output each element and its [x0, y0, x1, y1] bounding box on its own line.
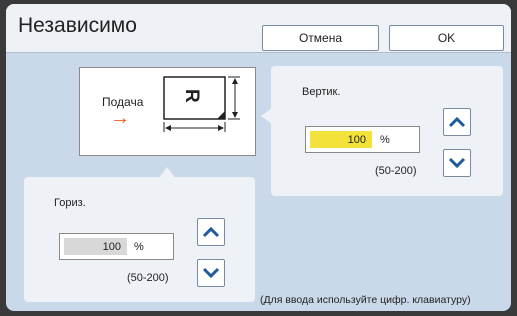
paper-letter: R	[181, 89, 202, 103]
horizontal-decrease-button[interactable]	[197, 259, 225, 287]
vertical-value-field[interactable]: 100 %	[305, 126, 420, 153]
horizontal-value-field[interactable]: 100 %	[59, 233, 174, 260]
ok-button[interactable]: OK	[389, 25, 504, 51]
paper-sheet-illustration: R	[163, 76, 240, 132]
vertical-unit: %	[380, 134, 390, 146]
panel-pointer	[159, 167, 175, 178]
panel-pointer	[261, 108, 272, 124]
dialog-title: Независимо	[18, 14, 137, 37]
horizontal-unit: %	[134, 241, 144, 253]
horizontal-range: (50-200)	[127, 272, 169, 284]
vertical-range: (50-200)	[375, 165, 417, 177]
dialog-header: Независимо Отмена OK	[6, 4, 511, 53]
chevron-down-icon	[202, 267, 220, 279]
horizontal-panel: Гориз. 100 % (50-200)	[24, 167, 255, 302]
keypad-hint: (Для ввода используйте цифр. клавиатуру)	[260, 294, 471, 306]
chevron-up-icon	[202, 226, 220, 238]
paper-feed-diagram: Подача → R	[79, 67, 256, 156]
chevron-up-icon	[448, 116, 466, 128]
vertical-increase-button[interactable]	[443, 108, 471, 136]
vertical-value: 100	[310, 131, 372, 148]
dialog: Независимо Отмена OK Подача → R Вертик.	[6, 4, 511, 311]
vertical-label: Вертик.	[302, 86, 341, 98]
horizontal-label: Гориз.	[54, 197, 86, 209]
vertical-panel: Вертик. 100 % (50-200)	[271, 66, 503, 196]
horizontal-increase-button[interactable]	[197, 218, 225, 246]
cancel-button[interactable]: Отмена	[262, 25, 379, 51]
chevron-down-icon	[448, 157, 466, 169]
vertical-decrease-button[interactable]	[443, 149, 471, 177]
horizontal-value: 100	[64, 238, 127, 255]
